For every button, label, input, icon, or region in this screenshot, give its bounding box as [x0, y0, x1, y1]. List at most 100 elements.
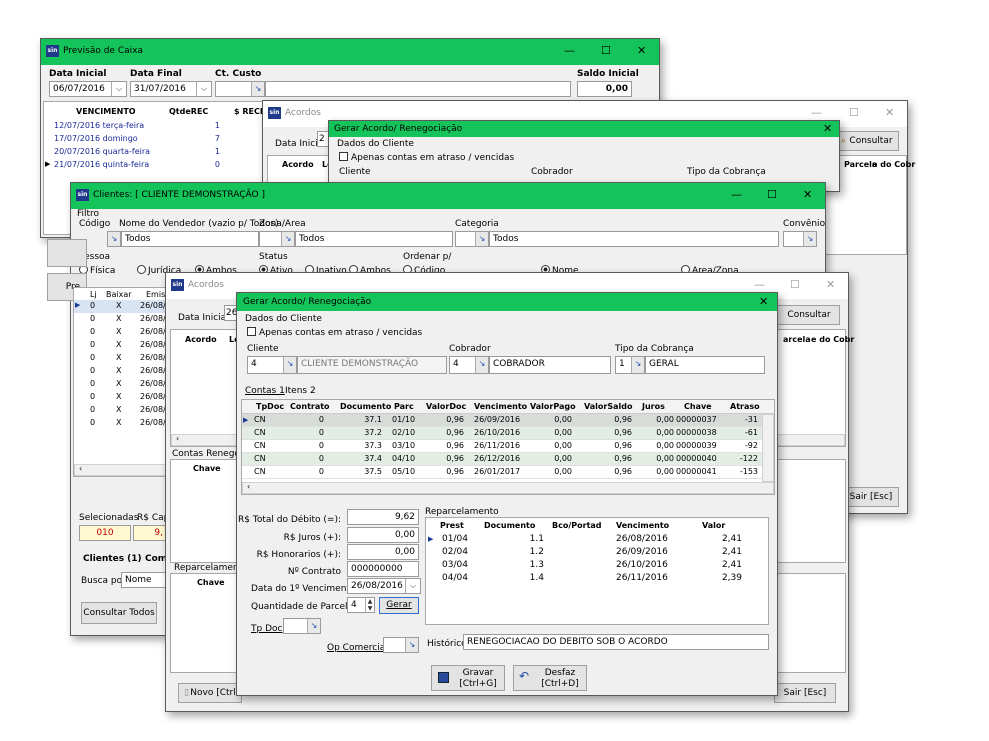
baixar-cell: X	[116, 340, 122, 349]
checkbox-box[interactable]	[339, 152, 348, 161]
honorarios-field[interactable]: 0,00	[347, 544, 419, 560]
close-icon[interactable]: ✕	[823, 122, 832, 136]
zona-code-field[interactable]: ↘	[259, 231, 295, 247]
cell-vd: 0,96	[446, 441, 464, 450]
convenio-field[interactable]: ↘	[783, 231, 817, 247]
apenas-atraso-checkbox[interactable]: Apenas contas em atraso / vencidas	[247, 327, 422, 338]
contas-grid[interactable]: TpDoc Contrato Documento Parc ValorDoc V…	[241, 399, 775, 495]
op-comercial-field[interactable]: ↘	[383, 637, 419, 653]
chevron-down-icon[interactable]: ⌵	[405, 579, 420, 593]
cell-vs: 0,96	[614, 415, 632, 424]
maximize-icon[interactable]: ☐	[767, 188, 777, 202]
checkbox-box[interactable]	[247, 327, 256, 336]
lookup-icon[interactable]: ↘	[108, 232, 120, 246]
vendedor-field[interactable]: Todos	[121, 231, 259, 247]
lookup-icon[interactable]: ↘	[251, 82, 264, 96]
categoria-code-field[interactable]: ↘	[455, 231, 489, 247]
consultar-button[interactable]: ⌕Consultar	[768, 305, 840, 325]
maximize-icon[interactable]: ☐	[790, 278, 800, 292]
qtd-parcelas-field[interactable]: 4 ▲ ▼	[347, 597, 375, 613]
consultar-button[interactable]: ⌕Consultar	[835, 131, 899, 151]
vertical-scrollbar[interactable]	[762, 414, 774, 482]
minimize-icon[interactable]: —	[754, 278, 765, 292]
table-row[interactable]: 03/04 1.3 26/10/2016 2,41	[426, 559, 768, 572]
minimize-icon[interactable]: —	[811, 106, 822, 120]
data-inicial-field[interactable]: 06/07/2016 ⌵	[49, 81, 127, 97]
table-row[interactable]: 02/04 1.2 26/09/2016 2,41	[426, 546, 768, 559]
chevron-left-icon[interactable]: ‹	[79, 464, 82, 473]
apenas-atraso-checkbox[interactable]: Apenas contas em atraso / vencidas	[339, 152, 514, 163]
cliente-code-field[interactable]: 4 ↘	[247, 356, 297, 374]
gravar-button[interactable]: Gravar [Ctrl+G]	[431, 665, 505, 691]
gerar-button[interactable]: Gerar	[379, 597, 419, 614]
chevron-down-icon[interactable]: ⌵	[196, 82, 211, 96]
chevron-down-icon[interactable]: ⌵	[111, 82, 126, 96]
novo-button[interactable]: ▯ Novo [Ctrl-	[178, 683, 242, 703]
table-row[interactable]: 12/07/2016 terça-feira 1	[44, 120, 284, 133]
tab-clientes[interactable]: Clientes (1)	[83, 554, 142, 564]
table-row[interactable]: CN 0 37.1 01/10 0,96 26/09/2016 0,00 0,96 0,00 00…	[242, 414, 762, 427]
tp-doc-field[interactable]: ↘	[283, 618, 321, 634]
lookup-icon[interactable]: ↘	[631, 357, 644, 373]
spinner-icon[interactable]: ▲ ▼	[365, 598, 374, 612]
historico-field[interactable]: RENEGOCIACAO DO DEBITO SOB O ACORDO	[463, 634, 769, 650]
codigo-field[interactable]: ↘	[107, 231, 121, 247]
sair-button[interactable]: Sair [Esc]	[843, 487, 899, 507]
tab-itens[interactable]: Itens 2	[285, 386, 316, 396]
chevron-left-icon[interactable]: ‹	[176, 434, 179, 443]
contrato-field[interactable]: 000000000	[347, 561, 419, 577]
cell-at: -153	[739, 467, 758, 476]
sair-button[interactable]: Sair [Esc]	[774, 683, 836, 703]
table-row[interactable]: 20/07/2016 quarta-feira 1	[44, 146, 284, 159]
busca-field[interactable]: Nome	[121, 572, 167, 588]
cell-ct: 0	[318, 441, 324, 450]
minimize-icon[interactable]: —	[564, 44, 575, 58]
close-icon[interactable]: ✕	[826, 278, 835, 292]
lookup-icon[interactable]: ↘	[307, 619, 320, 633]
side-button-top[interactable]	[47, 239, 87, 267]
vencimento-field[interactable]: 26/08/2016 ⌵	[347, 578, 421, 594]
tab-com[interactable]: Com	[145, 554, 167, 564]
maximize-icon[interactable]: ☐	[601, 44, 611, 58]
saldo-inicial-field[interactable]: 0,00	[577, 81, 632, 97]
minimize-icon[interactable]: —	[731, 188, 742, 202]
close-icon[interactable]: ✕	[637, 44, 646, 58]
close-icon[interactable]: ✕	[759, 295, 768, 309]
close-icon[interactable]: ✕	[803, 188, 812, 202]
ct-custo-name-field[interactable]	[265, 81, 571, 97]
categoria-field[interactable]: Todos	[489, 231, 779, 247]
total-debito-field[interactable]: 9,62	[347, 509, 419, 525]
table-row[interactable]: 17/07/2016 domingo 7	[44, 133, 284, 146]
lookup-icon[interactable]: ↘	[405, 638, 418, 652]
tipo-code-field[interactable]: 1 ↘	[615, 356, 645, 374]
table-row[interactable]: CN 0 37.3 03/10 0,96 26/11/2016 0,00 0,96 0,00 00…	[242, 440, 762, 453]
data-final-field[interactable]: 31/07/2016 ⌵	[130, 81, 212, 97]
cliente-label: Cliente	[247, 344, 279, 354]
chevron-left-icon[interactable]: ‹	[247, 482, 250, 491]
lookup-icon[interactable]: ↘	[283, 357, 296, 373]
table-row[interactable]: 21/07/2016 quinta-feira 0	[44, 159, 284, 172]
zona-field[interactable]: Todos	[295, 231, 453, 247]
lookup-icon[interactable]: ↘	[281, 232, 294, 246]
table-row[interactable]: 01/04 1.1 26/08/2016 2,41	[426, 533, 768, 546]
consultar-todos-button[interactable]: Consultar Todos	[81, 602, 157, 624]
close-icon[interactable]: ✕	[885, 106, 894, 120]
juros-field[interactable]: 0,00	[347, 527, 419, 543]
radio-circle[interactable]	[137, 265, 146, 274]
table-row[interactable]: 04/04 1.4 26/11/2016 2,39	[426, 572, 768, 585]
lookup-icon[interactable]: ↘	[475, 357, 488, 373]
maximize-icon[interactable]: ☐	[849, 106, 859, 120]
tab-contas[interactable]: Contas 1	[245, 386, 285, 396]
lookup-icon[interactable]: ↘	[803, 232, 816, 246]
ordenar-label: Ordenar p/	[403, 252, 452, 262]
cobrador-code-field[interactable]: 4 ↘	[449, 356, 489, 374]
lookup-icon[interactable]: ↘	[475, 232, 488, 246]
desfaz-button[interactable]: ↶ Desfaz [Ctrl+D]	[513, 665, 587, 691]
table-row[interactable]: CN 0 37.4 04/10 0,96 26/12/2016 0,00 0,96 0,00 00…	[242, 453, 762, 466]
cobrador-label: Cobrador	[449, 344, 491, 354]
horizontal-scrollbar[interactable]: ‹	[242, 482, 774, 494]
table-row[interactable]: CN 0 37.2 02/10 0,96 26/10/2016 0,00 0,96 0,00 00…	[242, 427, 762, 440]
ct-custo-code-field[interactable]: ↘	[215, 81, 265, 97]
reparcelamento-grid[interactable]: Prest Documento Bco/Portad Vencimento Va…	[425, 517, 769, 625]
table-row[interactable]: CN 0 37.5 05/10 0,96 26/01/2017 0,00 0,96 0,00 00…	[242, 466, 762, 479]
